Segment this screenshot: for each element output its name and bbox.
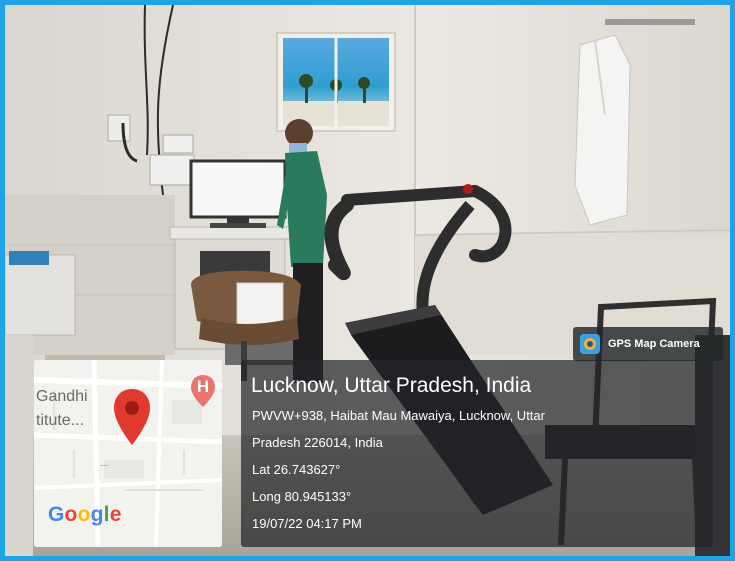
geotag-overlay: GPS Map Camera Gandhi titute... ... H Go… — [5, 5, 730, 556]
map-label-institute: titute... — [36, 412, 85, 429]
gps-map-camera-badge: GPS Map Camera — [573, 327, 723, 361]
location-title: Lucknow, Uttar Pradesh, India — [251, 374, 532, 397]
address-line-1: PWVW+938, Haibat Mau Mawaiya, Lucknow, U… — [252, 408, 545, 423]
timestamp: 19/07/22 04:17 PM — [252, 516, 362, 531]
camera-pin-icon — [580, 334, 600, 354]
address-line-2: Pradesh 226014, India — [252, 435, 383, 450]
badge-label: GPS Map Camera — [608, 338, 700, 350]
photo-frame: GPS Map Camera Gandhi titute... ... H Go… — [0, 0, 735, 561]
latitude: Lat 26.743627° — [252, 462, 341, 477]
map-label-ellipsis: ... — [100, 458, 109, 469]
poi-letter: H — [196, 377, 210, 396]
location-info-panel: Lucknow, Uttar Pradesh, India PWVW+938, … — [241, 360, 713, 547]
google-logo: Google — [48, 503, 122, 526]
map-label-gandhi: Gandhi — [36, 388, 88, 405]
location-map-thumbnail: Gandhi titute... ... H Google — [34, 360, 222, 547]
longitude: Long 80.945133° — [252, 489, 352, 504]
hospital-poi-icon: H — [190, 374, 216, 408]
map-pin-icon — [114, 389, 150, 445]
